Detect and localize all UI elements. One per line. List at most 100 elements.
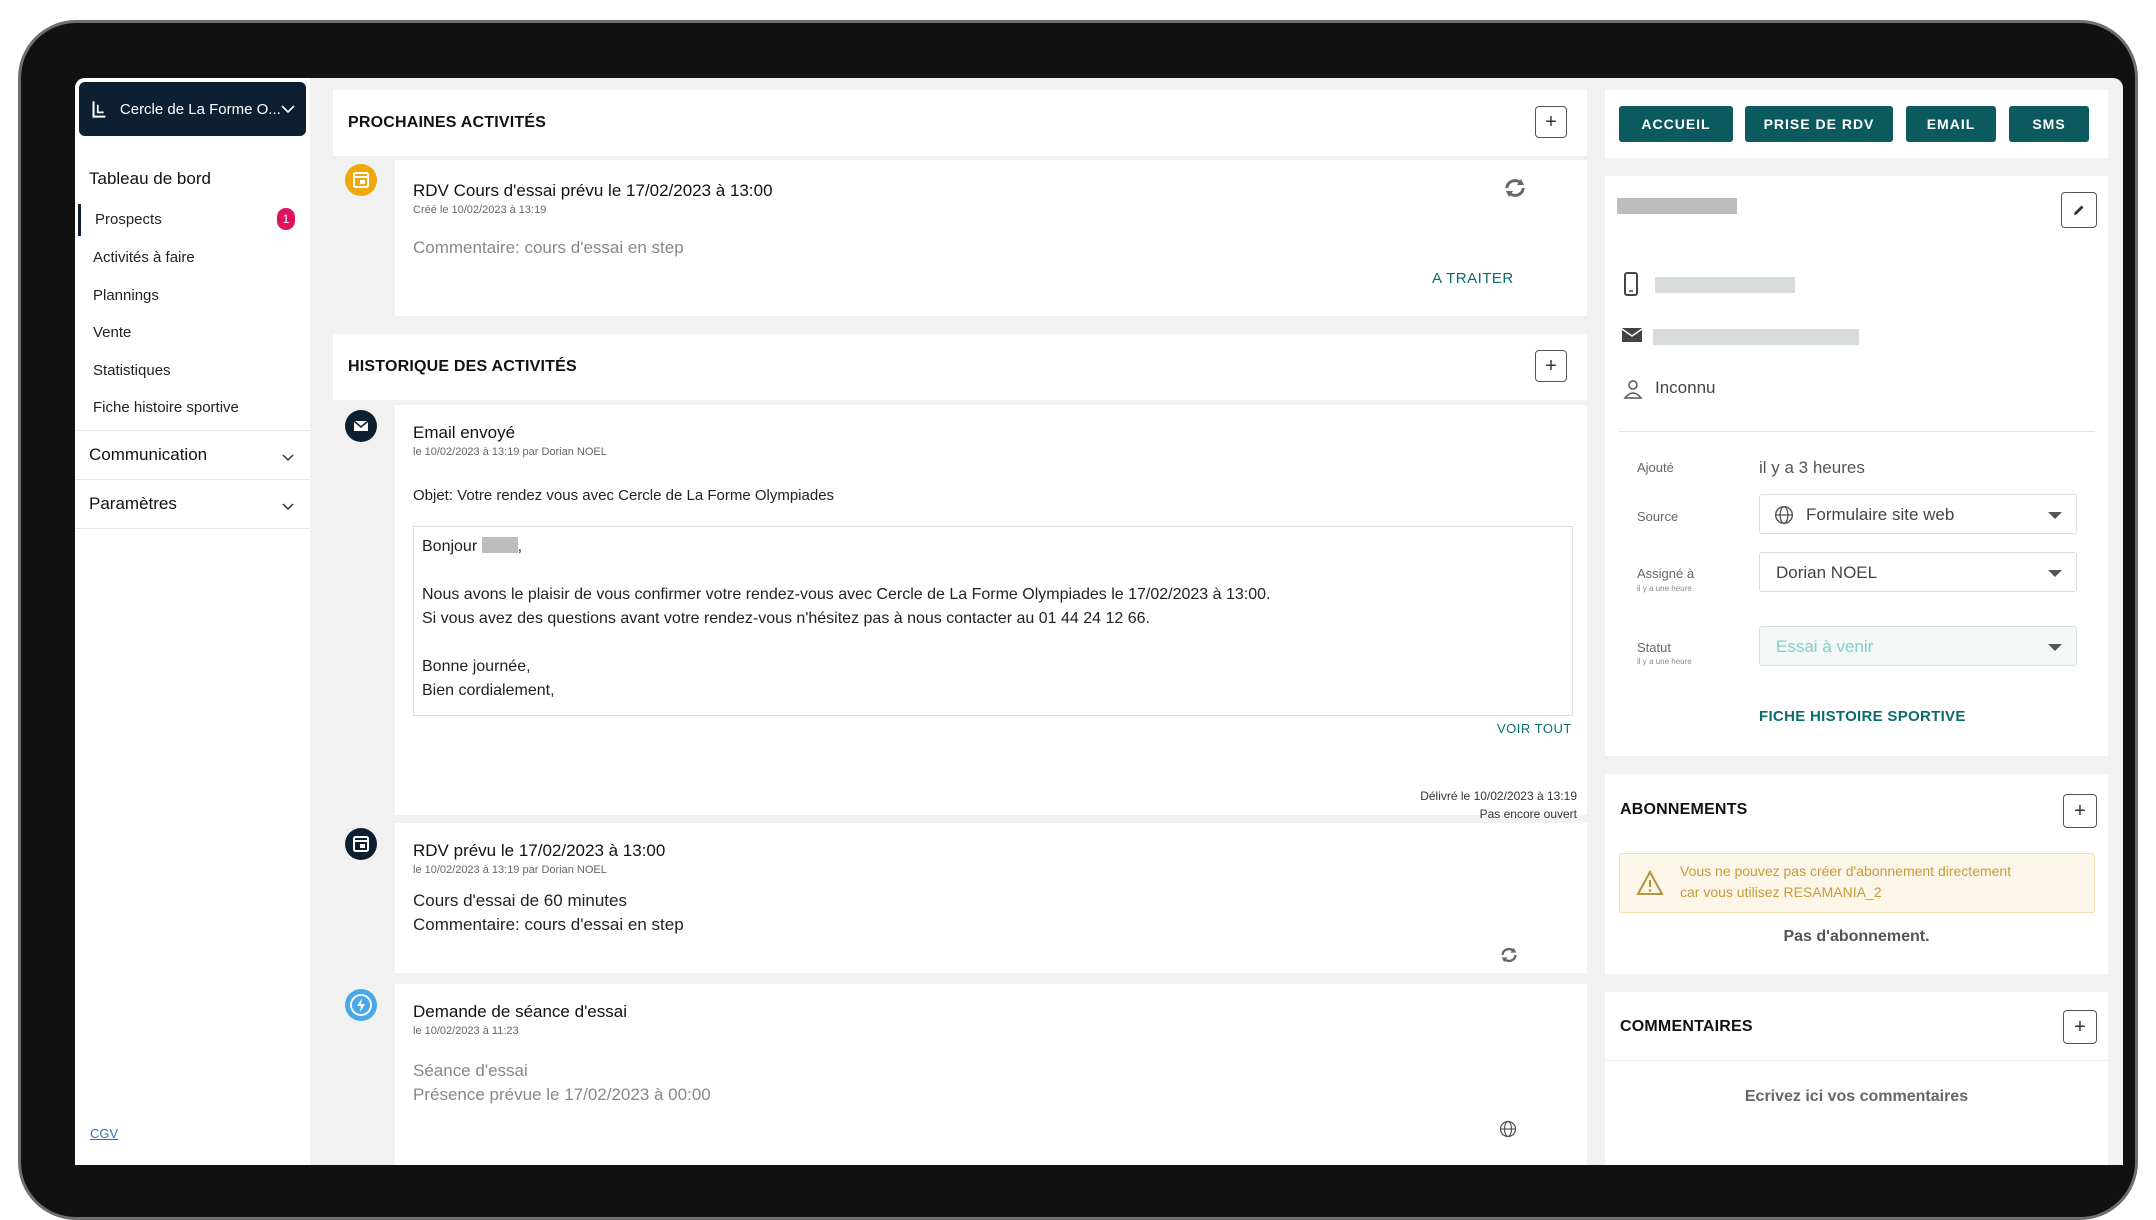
subscription-warning: Vous ne pouvez pas créer d'abonnement di… xyxy=(1619,853,2095,913)
app-screen: Cercle de La Forme O... Tableau de bord … xyxy=(75,78,2123,1165)
nav-prospects[interactable]: Prospects xyxy=(78,204,162,236)
upcoming-activities-header: PROCHAINES ACTIVITÉS + xyxy=(333,90,1587,156)
email-closing-2: Bien cordialement, xyxy=(422,682,555,699)
pencil-icon xyxy=(2074,205,2084,215)
nav-statistics[interactable]: Statistiques xyxy=(93,362,171,379)
status-updated: il y a une heure xyxy=(1637,657,1692,666)
prospects-count-badge: 1 xyxy=(277,208,295,230)
contact-gender: Inconnu xyxy=(1655,378,1716,397)
booking-button[interactable]: PRISE DE RDV xyxy=(1745,106,1893,142)
warning-line-2: car vous utilisez RESAMANIA_2 xyxy=(1680,884,1882,900)
mail-icon xyxy=(345,410,377,442)
email-entry-meta: le 10/02/2023 à 13:19 par Dorian NOEL xyxy=(413,446,607,458)
nav-plannings[interactable]: Plannings xyxy=(93,287,159,304)
dropdown-arrow-icon xyxy=(2048,644,2062,651)
comments-card: COMMENTAIRES + Ecrivez ici vos commentai… xyxy=(1605,992,2108,1165)
action-bar: ACCUEIL PRISE DE RDV EMAIL SMS xyxy=(1605,90,2108,158)
activity-meta: Créé le 10/02/2023 à 13:19 xyxy=(413,204,547,216)
email-line-2: Si vous avez des questions avant votre r… xyxy=(422,610,1150,627)
activity-comment: Commentaire: cours d'essai en step xyxy=(413,238,684,257)
accueil-button[interactable]: ACCUEIL xyxy=(1619,106,1733,142)
email-button[interactable]: EMAIL xyxy=(1906,106,1996,142)
request-meta: le 10/02/2023 à 11:23 xyxy=(413,1025,519,1037)
rdv-duration: Cours d'essai de 60 minutes xyxy=(413,891,627,910)
nav-sales[interactable]: Vente xyxy=(93,324,131,341)
nav-activities-todo[interactable]: Activités à faire xyxy=(93,249,195,266)
subscriptions-card: ABONNEMENTS + Vous ne pouvez pas créer d… xyxy=(1605,774,2108,974)
upcoming-activities-title: PROCHAINES ACTIVITÉS xyxy=(348,114,547,131)
comment-input[interactable]: Ecrivez ici vos commentaires xyxy=(1605,1088,2108,1106)
divider xyxy=(75,528,310,529)
sync-icon xyxy=(1501,947,1517,963)
request-presence: Présence prévue le 17/02/2023 à 00:00 xyxy=(413,1085,711,1104)
rdv-meta: le 10/02/2023 à 13:19 par Dorian NOEL xyxy=(413,864,607,876)
added-value: il y a 3 heures xyxy=(1759,458,1865,477)
chevron-down-icon xyxy=(282,503,294,511)
redacted-contact-name xyxy=(1617,198,1737,214)
sport-history-link[interactable]: FICHE HISTOIRE SPORTIVE xyxy=(1759,708,1966,725)
email-subject: Objet: Votre rendez vous avec Cercle de … xyxy=(413,487,835,504)
nav-sport-history[interactable]: Fiche histoire sportive xyxy=(93,399,239,416)
rdv-title: RDV prévu le 17/02/2023 à 13:00 xyxy=(413,841,666,860)
nav-prospects-label: Prospects xyxy=(95,211,162,228)
history-rdv-item[interactable]: RDV prévu le 17/02/2023 à 13:00 le 10/02… xyxy=(395,823,1587,973)
nav-dashboard[interactable]: Tableau de bord xyxy=(89,169,211,189)
email-body: Bonjour , Nous avons le plaisir de vous … xyxy=(413,526,1573,716)
status-select[interactable]: Essai à venir xyxy=(1759,626,2077,666)
add-upcoming-activity-button[interactable]: + xyxy=(1535,106,1567,138)
see-all-button[interactable]: VOIR TOUT xyxy=(1497,721,1572,736)
comments-title: COMMENTAIRES xyxy=(1620,1018,1753,1035)
calendar-icon xyxy=(345,828,377,860)
assignee-select[interactable]: Dorian NOEL xyxy=(1759,552,2077,592)
email-opened-status: Pas encore ouvert xyxy=(1479,807,1577,821)
device-frame: Cercle de La Forme O... Tableau de bord … xyxy=(18,20,2138,1220)
redacted-email xyxy=(1653,329,1859,345)
add-comment-button[interactable]: + xyxy=(2063,1010,2097,1044)
dropdown-arrow-icon xyxy=(2048,570,2062,577)
globe-icon xyxy=(1499,1120,1517,1138)
request-title: Demande de séance d'essai xyxy=(413,1002,627,1021)
mail-icon xyxy=(1621,328,1643,342)
sync-icon xyxy=(1505,179,1525,197)
email-line-1: Nous avons le plaisir de vous confirmer … xyxy=(422,586,1271,603)
sms-button[interactable]: SMS xyxy=(2009,106,2089,142)
email-delivered-status: Délivré le 10/02/2023 à 13:19 xyxy=(1420,789,1577,803)
assignee-value: Dorian NOEL xyxy=(1776,563,1878,582)
source-value: Formulaire site web xyxy=(1806,505,1955,524)
to-process-button[interactable]: A TRAITER xyxy=(1432,270,1514,287)
activity-history-title: HISTORIQUE DES ACTIVITÉS xyxy=(348,358,577,375)
redacted-phone xyxy=(1655,277,1795,293)
subscriptions-title: ABONNEMENTS xyxy=(1620,801,1748,818)
lightning-icon xyxy=(345,989,377,1021)
upcoming-activity-item[interactable]: RDV Cours d'essai prévu le 17/02/2023 à … xyxy=(395,160,1587,316)
no-subscription-text: Pas d'abonnement. xyxy=(1783,928,1930,945)
added-label: Ajouté xyxy=(1637,460,1674,475)
organization-switcher[interactable]: Cercle de La Forme O... xyxy=(79,82,306,136)
activity-history-header: HISTORIQUE DES ACTIVITÉS + xyxy=(333,334,1587,400)
email-closing-1: Bonne journée, xyxy=(422,658,531,675)
rdv-comment: Commentaire: cours d'essai en step xyxy=(413,915,684,934)
divider xyxy=(75,479,310,480)
cgv-link[interactable]: CGV xyxy=(90,1126,118,1141)
activity-title: RDV Cours d'essai prévu le 17/02/2023 à … xyxy=(413,181,773,200)
status-value: Essai à venir xyxy=(1776,637,1874,656)
person-icon xyxy=(1623,380,1643,399)
chevron-down-icon xyxy=(282,454,294,462)
email-entry-title: Email envoyé xyxy=(413,423,516,442)
edit-contact-button[interactable] xyxy=(2061,192,2097,228)
add-subscription-button[interactable]: + xyxy=(2063,794,2097,828)
source-label: Source xyxy=(1637,509,1679,524)
chevron-down-icon xyxy=(281,102,296,117)
warning-icon xyxy=(1636,870,1664,895)
status-label: Statut xyxy=(1637,640,1671,655)
add-history-activity-button[interactable]: + xyxy=(1535,350,1567,382)
request-type: Séance d'essai xyxy=(413,1061,528,1080)
nav-section-communication[interactable]: Communication xyxy=(89,445,207,465)
assigned-label: Assigné à xyxy=(1637,566,1695,581)
history-request-item[interactable]: Demande de séance d'essai le 10/02/2023 … xyxy=(395,984,1587,1165)
brand-logo-icon xyxy=(92,101,106,118)
phone-icon xyxy=(1624,272,1638,296)
nav-section-settings[interactable]: Paramètres xyxy=(89,494,177,514)
source-select[interactable]: Formulaire site web xyxy=(1759,494,2077,534)
email-greeting-line: Bonjour , xyxy=(422,537,523,555)
